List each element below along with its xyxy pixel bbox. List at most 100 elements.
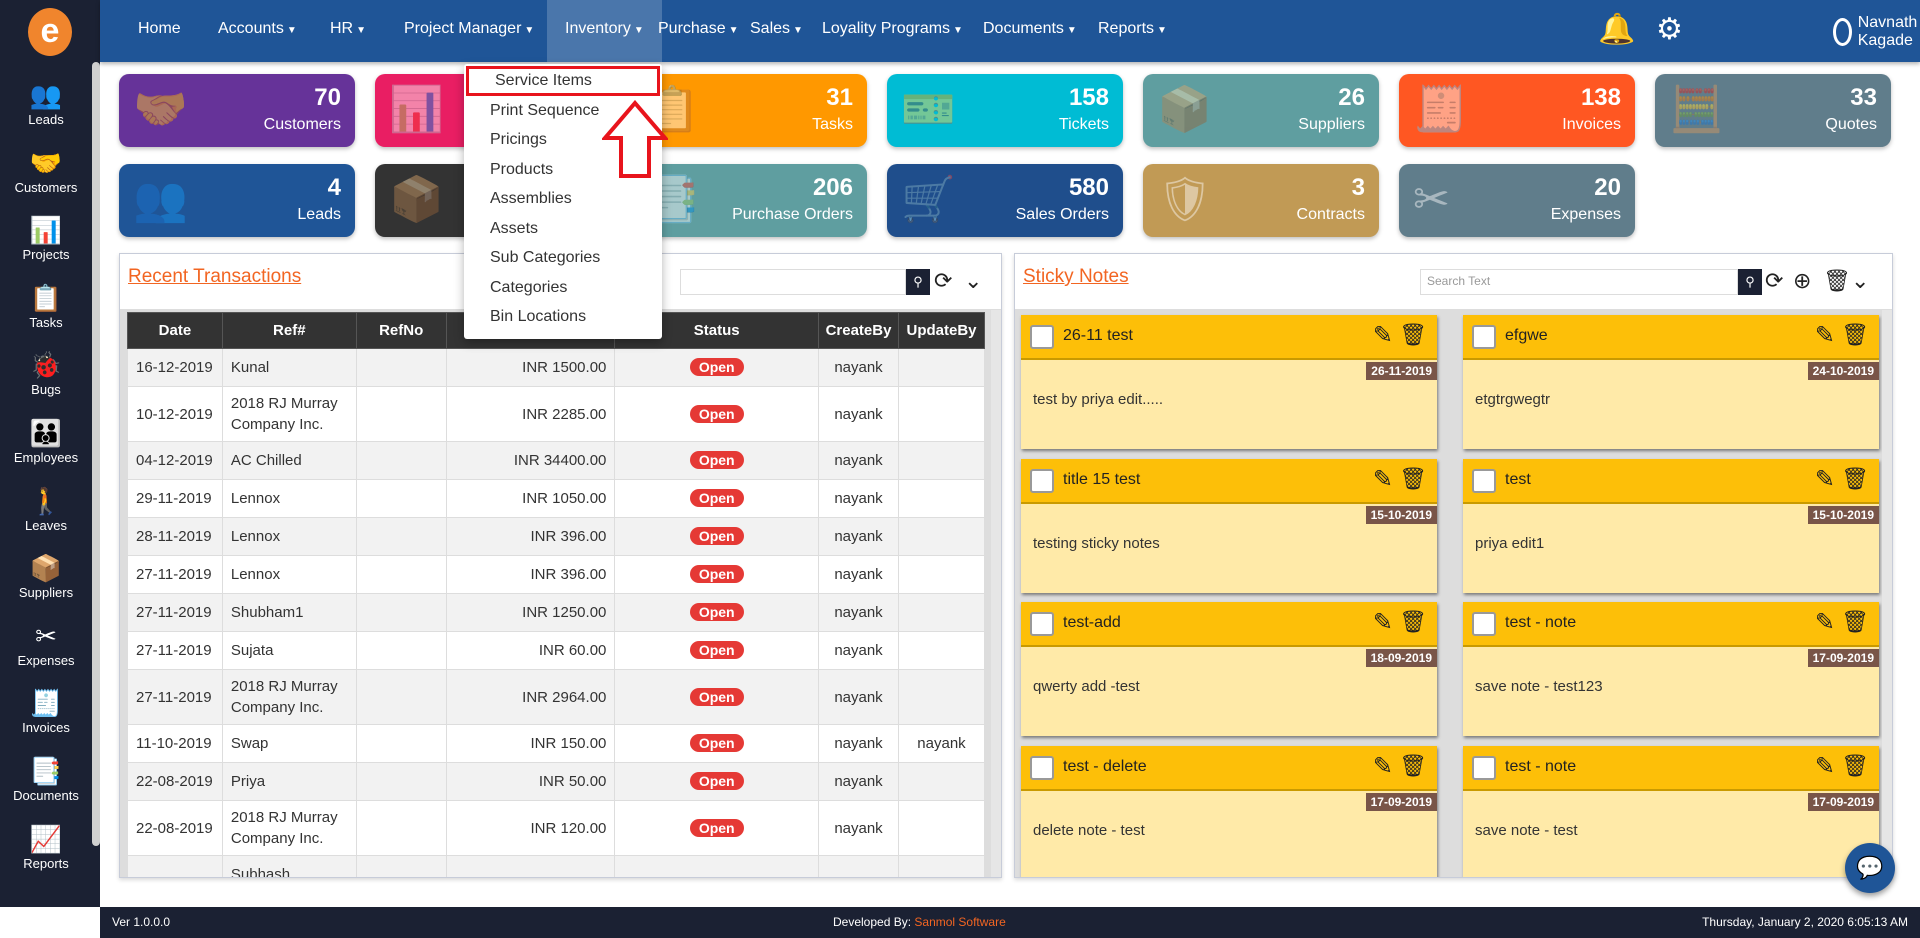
- table-row[interactable]: 22-08-2019 2018 RJ Murray Company Inc. INR…: [127, 800, 986, 856]
- trash-icon[interactable]: 🗑: [1841, 322, 1869, 348]
- cell: 27-11-2019: [127, 631, 223, 670]
- nav-loyality-programs[interactable]: Loyality Programs ▼: [804, 0, 981, 62]
- tile-suppliers[interactable]: 📦 26 Suppliers: [1143, 74, 1379, 147]
- column-header[interactable]: CreateBy: [818, 312, 899, 349]
- trash-icon[interactable]: 🗑: [1399, 609, 1427, 635]
- sticky-notes-title[interactable]: Sticky Notes: [1023, 266, 1129, 288]
- settings-gears-icon[interactable]: ⚙: [1656, 12, 1683, 47]
- sidebar-item-suppliers[interactable]: 📦 Suppliers: [0, 553, 92, 600]
- menu-item-bin-locations[interactable]: Bin Locations: [464, 302, 662, 332]
- tile-sales-orders[interactable]: 🛒 580 Sales Orders: [887, 164, 1123, 237]
- sidebar-item-reports[interactable]: 📈 Reports: [0, 824, 92, 871]
- add-note-icon[interactable]: ⊕: [1793, 268, 1811, 294]
- table-row[interactable]: 04-12-2019 AC Chilled INR 34400.00 Open naya…: [127, 441, 986, 480]
- tile-tickets[interactable]: 🎫 158 Tickets: [887, 74, 1123, 147]
- nav-home[interactable]: Home: [120, 0, 199, 62]
- menu-item-assets[interactable]: Assets: [464, 214, 662, 244]
- sidebar-item-projects[interactable]: 📊 Projects: [0, 215, 92, 262]
- table-row[interactable]: 27-11-2019 Sujata INR 60.00 Open nayank: [127, 631, 986, 670]
- nav-reports[interactable]: Reports ▼: [1080, 0, 1185, 62]
- sidebar-item-leads[interactable]: 👥 Leads: [0, 80, 92, 127]
- table-row[interactable]: 10-12-2019 2018 RJ Murray Company Inc. INR…: [127, 386, 986, 442]
- note-checkbox[interactable]: [1030, 468, 1054, 493]
- nav-hr[interactable]: HR ▼: [312, 0, 384, 62]
- sticky-search-input[interactable]: Search Text: [1420, 269, 1738, 295]
- tile-quotes[interactable]: 🧮 33 Quotes: [1655, 74, 1891, 147]
- table-row[interactable]: Subhash: [127, 855, 986, 877]
- edit-icon[interactable]: ✎: [1373, 752, 1393, 781]
- note-checkbox[interactable]: [1030, 325, 1054, 349]
- table-row[interactable]: 28-11-2019 Lennox INR 396.00 Open nayank: [127, 517, 986, 556]
- edit-icon[interactable]: ✎: [1373, 465, 1393, 494]
- sidebar-item-invoices[interactable]: 🧾 Invoices: [0, 688, 92, 735]
- note-checkbox[interactable]: [1472, 468, 1496, 493]
- trash-icon[interactable]: 🗑: [1399, 466, 1427, 492]
- tile-expenses[interactable]: ✂ 20 Expenses: [1399, 164, 1635, 237]
- sidebar-item-tasks[interactable]: 📋 Tasks: [0, 283, 92, 330]
- chat-button[interactable]: 💬: [1845, 843, 1895, 893]
- note-checkbox[interactable]: [1030, 755, 1054, 780]
- collapse-chevron-icon[interactable]: ⌄: [964, 268, 982, 294]
- transactions-scrollbar[interactable]: [991, 310, 1001, 877]
- column-header[interactable]: Ref#: [221, 312, 357, 349]
- refresh-icon[interactable]: ⟳: [934, 268, 952, 294]
- tile-customers[interactable]: 🤝 70 Customers: [119, 74, 355, 147]
- sidebar-item-customers[interactable]: 🤝 Customers: [0, 148, 92, 195]
- sidebar-item-bugs[interactable]: 🐞 Bugs: [0, 350, 92, 397]
- tile-invoices[interactable]: 🧾 138 Invoices: [1399, 74, 1635, 147]
- menu-item-categories[interactable]: Categories: [464, 273, 662, 303]
- menu-item-service-items[interactable]: Service Items: [466, 66, 660, 96]
- sidebar-item-expenses[interactable]: ✂ Expenses: [0, 621, 92, 668]
- tile-contracts[interactable]: 🛡 3 Contracts: [1143, 164, 1379, 237]
- nav-accounts[interactable]: Accounts ▼: [200, 0, 315, 62]
- edit-icon[interactable]: ✎: [1815, 465, 1835, 494]
- edit-icon[interactable]: ✎: [1815, 608, 1835, 637]
- bell-icon[interactable]: 🔔: [1598, 12, 1635, 47]
- edit-icon[interactable]: ✎: [1815, 321, 1835, 350]
- column-header[interactable]: UpdateBy: [897, 312, 986, 349]
- column-header[interactable]: Date: [127, 312, 223, 349]
- note-checkbox[interactable]: [1472, 325, 1496, 349]
- sidebar-item-leaves[interactable]: 🚶 Leaves: [0, 486, 92, 533]
- edit-icon[interactable]: ✎: [1373, 608, 1393, 637]
- search-icon[interactable]: ⚲: [1738, 269, 1762, 295]
- user-menu[interactable]: Navnath Kagade: [1833, 14, 1920, 50]
- sidebar-scrollbar[interactable]: [92, 62, 100, 846]
- edit-icon[interactable]: ✎: [1815, 752, 1835, 781]
- trash-icon[interactable]: 🗑: [1841, 466, 1869, 492]
- app-logo[interactable]: e: [28, 8, 72, 56]
- nav-documents[interactable]: Documents ▼: [965, 0, 1095, 62]
- trash-icon[interactable]: 🗑: [1399, 322, 1427, 348]
- nav-project-manager[interactable]: Project Manager ▼: [386, 0, 552, 62]
- table-row[interactable]: 27-11-2019 Lennox INR 396.00 Open nayank: [127, 555, 986, 594]
- trash-icon[interactable]: 🗑: [1841, 609, 1869, 635]
- search-icon[interactable]: ⚲: [906, 269, 930, 295]
- table-row[interactable]: 16-12-2019 Kunal INR 1500.00 Open nayank: [127, 348, 986, 387]
- menu-item-assemblies[interactable]: Assemblies: [464, 184, 662, 214]
- developer-link[interactable]: Sanmol Software: [914, 915, 1005, 929]
- recent-transactions-title[interactable]: Recent Transactions: [128, 266, 301, 288]
- edit-icon[interactable]: ✎: [1373, 321, 1393, 350]
- sidebar-item-employees[interactable]: 👪 Employees: [0, 418, 92, 465]
- sidebar-item-documents[interactable]: 📑 Documents: [0, 756, 92, 803]
- table-row[interactable]: 11-10-2019 Swap INR 150.00 Open nayank nayank: [127, 724, 986, 763]
- sticky-scrollbar[interactable]: [1882, 310, 1892, 877]
- cell: Priya: [221, 762, 357, 801]
- tile-leads[interactable]: 👥 4 Leads: [119, 164, 355, 237]
- table-row[interactable]: 29-11-2019 Lennox INR 1050.00 Open nayank: [127, 479, 986, 518]
- trash-icon[interactable]: 🗑: [1841, 753, 1869, 779]
- collapse-chevron-icon[interactable]: ⌄: [1851, 268, 1869, 294]
- sidebar-item-label: Leaves: [25, 517, 67, 533]
- note-checkbox[interactable]: [1030, 612, 1054, 636]
- menu-item-sub-categories[interactable]: Sub Categories: [464, 243, 662, 273]
- note-checkbox[interactable]: [1472, 755, 1496, 780]
- column-header[interactable]: RefNo: [355, 312, 447, 349]
- delete-notes-icon[interactable]: 🗑: [1823, 268, 1851, 294]
- trash-icon[interactable]: 🗑: [1399, 753, 1427, 779]
- refresh-icon[interactable]: ⟳: [1765, 268, 1783, 294]
- transactions-search-input[interactable]: [680, 269, 906, 295]
- table-row[interactable]: 27-11-2019 Shubham1 INR 1250.00 Open nayank: [127, 593, 986, 632]
- table-row[interactable]: 27-11-2019 2018 RJ Murray Company Inc. INR…: [127, 669, 986, 725]
- note-checkbox[interactable]: [1472, 612, 1496, 636]
- table-row[interactable]: 22-08-2019 Priya INR 50.00 Open nayank: [127, 762, 986, 801]
